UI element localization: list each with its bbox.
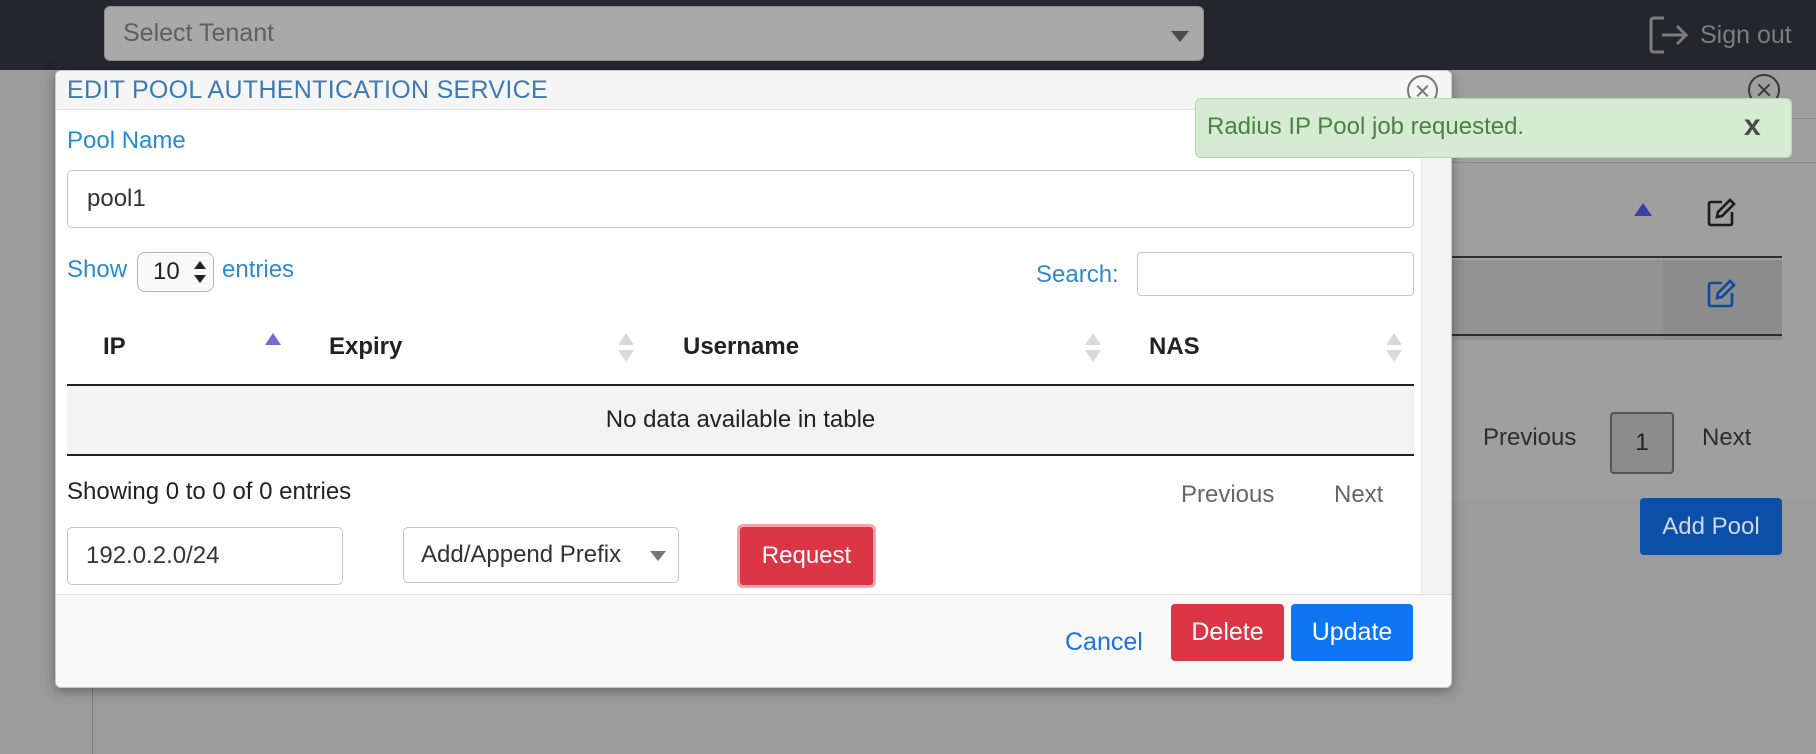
table-bottom-divider [67, 454, 1414, 456]
sign-out-icon [1649, 16, 1689, 54]
background-table-rule [1445, 256, 1782, 258]
entries-per-page-select[interactable]: 10 [137, 252, 214, 292]
spin-down-icon [194, 275, 206, 283]
show-label: Show [67, 256, 128, 283]
next-page-link[interactable]: Next [1334, 481, 1383, 509]
background-page-number[interactable]: 1 [1610, 412, 1674, 474]
column-header-nas[interactable]: NAS [1149, 333, 1200, 361]
edit-icon[interactable] [1705, 197, 1737, 229]
request-button[interactable]: Request [737, 524, 876, 588]
top-navbar: Select Tenant Sign out [0, 0, 1816, 70]
pool-name-label: Pool Name [67, 127, 186, 154]
add-pool-button[interactable]: Add Pool [1640, 498, 1782, 555]
modal-title: EDIT POOL AUTHENTICATION SERVICE [67, 76, 548, 104]
toast-close-button[interactable]: x [1744, 109, 1761, 143]
background-previous-link[interactable]: Previous [1483, 424, 1576, 452]
prefix-input[interactable]: 192.0.2.0/24 [67, 527, 343, 585]
cancel-button[interactable]: Cancel [1065, 628, 1143, 657]
sort-both-icon[interactable] [1386, 333, 1402, 363]
tenant-select[interactable]: Select Tenant [104, 6, 1204, 61]
sort-asc-icon[interactable] [265, 333, 281, 345]
previous-page-link[interactable]: Previous [1181, 481, 1274, 509]
caret-down-icon [650, 551, 666, 561]
background-table-rule [1445, 334, 1782, 336]
entries-per-page-value: 10 [153, 258, 180, 285]
spin-up-icon [194, 261, 206, 269]
search-input[interactable] [1137, 252, 1414, 296]
column-header-expiry[interactable]: Expiry [329, 333, 402, 361]
prefix-action-value: Add/Append Prefix [421, 541, 622, 568]
sort-asc-icon[interactable] [1634, 203, 1652, 216]
search-label: Search: [1036, 261, 1119, 288]
prefix-action-select[interactable]: Add/Append Prefix [403, 527, 679, 583]
pool-name-input[interactable]: pool1 [67, 170, 1414, 228]
sort-both-icon[interactable] [1085, 333, 1101, 363]
column-header-ip[interactable]: IP [103, 333, 126, 361]
success-toast: Radius IP Pool job requested. x [1195, 98, 1792, 158]
caret-down-icon [1171, 31, 1189, 42]
column-header-username[interactable]: Username [683, 333, 799, 361]
table-empty-row: No data available in table [67, 386, 1414, 454]
edit-pool-modal: EDIT POOL AUTHENTICATION SERVICE Pool Na… [55, 70, 1452, 688]
entries-label: entries [222, 256, 295, 283]
sign-out-label: Sign out [1700, 21, 1792, 49]
sort-both-icon[interactable] [618, 333, 634, 363]
toast-message: Radius IP Pool job requested. [1207, 113, 1525, 140]
background-next-link[interactable]: Next [1702, 424, 1751, 452]
modal-footer: Cancel Delete Update [56, 595, 1451, 687]
table-info: Showing 0 to 0 of 0 entries [67, 478, 352, 505]
tenant-select-placeholder: Select Tenant [123, 19, 275, 47]
edit-icon[interactable] [1705, 278, 1737, 310]
delete-button[interactable]: Delete [1171, 604, 1284, 661]
update-button[interactable]: Update [1291, 604, 1413, 661]
modal-scrollbar[interactable] [1421, 110, 1451, 594]
